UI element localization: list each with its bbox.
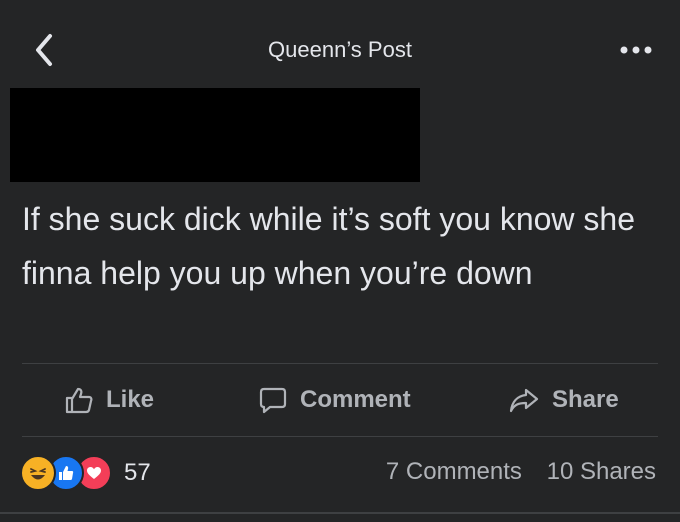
- thumbs-up-icon: [65, 387, 93, 414]
- like-button[interactable]: Like: [64, 366, 154, 434]
- post-header: Queenn’s Post: [0, 0, 680, 92]
- reaction-count: 57: [124, 459, 151, 486]
- comment-button[interactable]: Comment: [258, 366, 411, 434]
- more-dots-icon: [620, 46, 652, 54]
- like-label: Like: [106, 386, 155, 413]
- share-label: Share: [552, 386, 619, 413]
- share-arrow-icon: [509, 388, 539, 413]
- comments-count-link[interactable]: 7 Comments: [386, 458, 522, 485]
- comment-bubble-icon: [259, 387, 287, 414]
- redacted-author-block: [10, 88, 420, 182]
- share-button[interactable]: Share: [508, 366, 619, 434]
- reactions-summary[interactable]: 57: [20, 455, 151, 491]
- engagement-stats: 7 Comments 10 Shares: [386, 458, 656, 486]
- haha-reaction-icon: [20, 455, 56, 491]
- divider: [22, 436, 658, 437]
- divider: [22, 363, 658, 364]
- page-title: Queenn’s Post: [268, 37, 412, 62]
- post-body-text: If she suck dick while it’s soft you kno…: [22, 201, 636, 291]
- divider: [0, 512, 680, 514]
- shares-count-link[interactable]: 10 Shares: [547, 458, 656, 485]
- post-action-bar: Like Comment Share: [0, 366, 680, 434]
- post-footer: 57 7 Comments 10 Shares: [0, 440, 680, 510]
- more-options-button[interactable]: [616, 40, 656, 60]
- comment-label: Comment: [300, 386, 411, 413]
